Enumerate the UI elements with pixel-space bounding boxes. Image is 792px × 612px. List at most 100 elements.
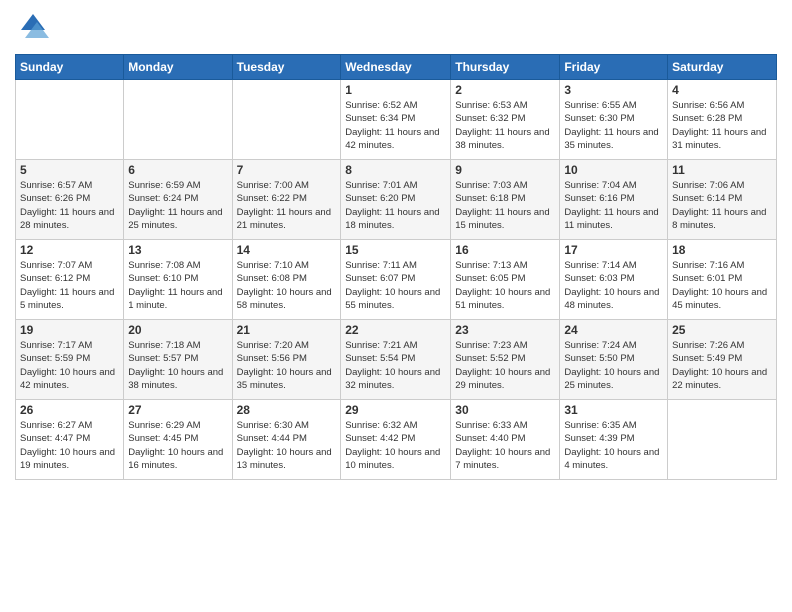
day-info: Sunrise: 6:56 AM Sunset: 6:28 PM Dayligh… <box>672 99 772 152</box>
calendar-page: Sunday Monday Tuesday Wednesday Thursday… <box>0 0 792 612</box>
calendar-cell: 30Sunrise: 6:33 AM Sunset: 4:40 PM Dayli… <box>451 400 560 480</box>
day-number: 6 <box>128 163 227 177</box>
calendar-cell: 29 Sunrise: 6:32 AM Sunset: 4:42 PM Dayli… <box>341 400 451 480</box>
day-info: Sunrise: 7:26 AM Sunset: 5:49 PM Dayligh… <box>672 339 772 392</box>
day-info: Sunrise: 6:57 AM Sunset: 6:26 PM Dayligh… <box>20 179 119 232</box>
day-number: 7 <box>237 163 337 177</box>
day-number: 12 <box>20 243 119 257</box>
day-number: 29 <box>345 403 446 417</box>
calendar-cell: 5 Sunrise: 6:57 AM Sunset: 6:26 PM Daylig… <box>16 160 124 240</box>
day-info: Sunrise: 6:53 AM Sunset: 6:32 PM Dayligh… <box>455 99 555 152</box>
day-info: Sunrise: 7:00 AM Sunset: 6:22 PM Dayligh… <box>237 179 337 232</box>
col-wednesday: Wednesday <box>341 55 451 80</box>
day-info: Sunrise: 7:13 AM Sunset: 6:05 PM Dayligh… <box>455 259 555 312</box>
day-info: Sunrise: 6:52 AM Sunset: 6:34 PM Dayligh… <box>345 99 446 152</box>
calendar-cell <box>124 80 232 160</box>
day-number: 17 <box>564 243 663 257</box>
calendar-cell: 14 Sunrise: 7:10 AM Sunset: 6:08 PM Dayli… <box>232 240 341 320</box>
day-info: Sunrise: 7:01 AM Sunset: 6:20 PM Dayligh… <box>345 179 446 232</box>
day-number: 24 <box>564 323 663 337</box>
calendar-cell: 13Sunrise: 7:08 AM Sunset: 6:10 PM Dayli… <box>124 240 232 320</box>
day-number: 2 <box>455 83 555 97</box>
day-info: Sunrise: 6:29 AM Sunset: 4:45 PM Dayligh… <box>128 419 227 472</box>
calendar-cell: 3Sunrise: 6:55 AM Sunset: 6:30 PM Daylig… <box>560 80 668 160</box>
calendar-cell: 27 Sunrise: 6:29 AM Sunset: 4:45 PM Dayli… <box>124 400 232 480</box>
day-number: 11 <box>672 163 772 177</box>
day-info: Sunrise: 7:03 AM Sunset: 6:18 PM Dayligh… <box>455 179 555 232</box>
calendar-cell: 24 Sunrise: 7:24 AM Sunset: 5:50 PM Dayli… <box>560 320 668 400</box>
day-info: Sunrise: 6:35 AM Sunset: 4:39 PM Dayligh… <box>564 419 663 472</box>
calendar-cell: 15 Sunrise: 7:11 AM Sunset: 6:07 PM Dayli… <box>341 240 451 320</box>
day-number: 16 <box>455 243 555 257</box>
calendar-cell: 23 Sunrise: 7:23 AM Sunset: 5:52 PM Dayli… <box>451 320 560 400</box>
week-row: 26Sunrise: 6:27 AM Sunset: 4:47 PM Dayli… <box>16 400 777 480</box>
day-number: 20 <box>128 323 227 337</box>
week-row: 19Sunrise: 7:17 AM Sunset: 5:59 PM Dayli… <box>16 320 777 400</box>
calendar-cell <box>16 80 124 160</box>
calendar-cell: 31 Sunrise: 6:35 AM Sunset: 4:39 PM Dayli… <box>560 400 668 480</box>
calendar-cell: 8 Sunrise: 7:01 AM Sunset: 6:20 PM Daylig… <box>341 160 451 240</box>
day-number: 21 <box>237 323 337 337</box>
week-row: 1Sunrise: 6:52 AM Sunset: 6:34 PM Daylig… <box>16 80 777 160</box>
calendar-cell: 18 Sunrise: 7:16 AM Sunset: 6:01 PM Dayli… <box>668 240 777 320</box>
calendar-cell: 2 Sunrise: 6:53 AM Sunset: 6:32 PM Daylig… <box>451 80 560 160</box>
calendar-cell: 16 Sunrise: 7:13 AM Sunset: 6:05 PM Dayli… <box>451 240 560 320</box>
calendar-cell <box>668 400 777 480</box>
calendar-cell: 1Sunrise: 6:52 AM Sunset: 6:34 PM Daylig… <box>341 80 451 160</box>
day-number: 15 <box>345 243 446 257</box>
day-info: Sunrise: 6:30 AM Sunset: 4:44 PM Dayligh… <box>237 419 337 472</box>
header <box>15 10 777 46</box>
day-info: Sunrise: 7:23 AM Sunset: 5:52 PM Dayligh… <box>455 339 555 392</box>
day-number: 18 <box>672 243 772 257</box>
day-number: 27 <box>128 403 227 417</box>
col-saturday: Saturday <box>668 55 777 80</box>
day-number: 3 <box>564 83 663 97</box>
day-info: Sunrise: 7:16 AM Sunset: 6:01 PM Dayligh… <box>672 259 772 312</box>
day-number: 10 <box>564 163 663 177</box>
calendar-cell: 28 Sunrise: 6:30 AM Sunset: 4:44 PM Dayli… <box>232 400 341 480</box>
day-number: 9 <box>455 163 555 177</box>
day-info: Sunrise: 7:11 AM Sunset: 6:07 PM Dayligh… <box>345 259 446 312</box>
day-info: Sunrise: 7:10 AM Sunset: 6:08 PM Dayligh… <box>237 259 337 312</box>
col-thursday: Thursday <box>451 55 560 80</box>
week-row: 5 Sunrise: 6:57 AM Sunset: 6:26 PM Daylig… <box>16 160 777 240</box>
calendar-cell: 25Sunrise: 7:26 AM Sunset: 5:49 PM Dayli… <box>668 320 777 400</box>
calendar-cell: 12 Sunrise: 7:07 AM Sunset: 6:12 PM Dayli… <box>16 240 124 320</box>
calendar-cell: 17 Sunrise: 7:14 AM Sunset: 6:03 PM Dayli… <box>560 240 668 320</box>
day-info: Sunrise: 7:18 AM Sunset: 5:57 PM Dayligh… <box>128 339 227 392</box>
day-info: Sunrise: 7:07 AM Sunset: 6:12 PM Dayligh… <box>20 259 119 312</box>
day-number: 14 <box>237 243 337 257</box>
calendar-cell: 20 Sunrise: 7:18 AM Sunset: 5:57 PM Dayli… <box>124 320 232 400</box>
day-number: 31 <box>564 403 663 417</box>
day-info: Sunrise: 6:27 AM Sunset: 4:47 PM Dayligh… <box>20 419 119 472</box>
day-info: Sunrise: 7:04 AM Sunset: 6:16 PM Dayligh… <box>564 179 663 232</box>
calendar-cell: 4 Sunrise: 6:56 AM Sunset: 6:28 PM Daylig… <box>668 80 777 160</box>
calendar-cell <box>232 80 341 160</box>
day-number: 23 <box>455 323 555 337</box>
day-info: Sunrise: 6:32 AM Sunset: 4:42 PM Dayligh… <box>345 419 446 472</box>
calendar-cell: 19Sunrise: 7:17 AM Sunset: 5:59 PM Dayli… <box>16 320 124 400</box>
calendar-cell: 26Sunrise: 6:27 AM Sunset: 4:47 PM Dayli… <box>16 400 124 480</box>
col-monday: Monday <box>124 55 232 80</box>
col-friday: Friday <box>560 55 668 80</box>
calendar-cell: 9 Sunrise: 7:03 AM Sunset: 6:18 PM Daylig… <box>451 160 560 240</box>
calendar-cell: 11 Sunrise: 7:06 AM Sunset: 6:14 PM Dayli… <box>668 160 777 240</box>
logo-icon <box>15 10 51 46</box>
calendar-cell: 21Sunrise: 7:20 AM Sunset: 5:56 PM Dayli… <box>232 320 341 400</box>
calendar-cell: 6 Sunrise: 6:59 AM Sunset: 6:24 PM Daylig… <box>124 160 232 240</box>
calendar-table: Sunday Monday Tuesday Wednesday Thursday… <box>15 54 777 480</box>
day-info: Sunrise: 7:17 AM Sunset: 5:59 PM Dayligh… <box>20 339 119 392</box>
day-info: Sunrise: 7:08 AM Sunset: 6:10 PM Dayligh… <box>128 259 227 312</box>
day-number: 8 <box>345 163 446 177</box>
calendar-cell: 10 Sunrise: 7:04 AM Sunset: 6:16 PM Dayli… <box>560 160 668 240</box>
day-info: Sunrise: 6:59 AM Sunset: 6:24 PM Dayligh… <box>128 179 227 232</box>
day-number: 4 <box>672 83 772 97</box>
day-number: 5 <box>20 163 119 177</box>
calendar-cell: 22Sunrise: 7:21 AM Sunset: 5:54 PM Dayli… <box>341 320 451 400</box>
day-info: Sunrise: 7:24 AM Sunset: 5:50 PM Dayligh… <box>564 339 663 392</box>
day-info: Sunrise: 7:14 AM Sunset: 6:03 PM Dayligh… <box>564 259 663 312</box>
day-info: Sunrise: 7:06 AM Sunset: 6:14 PM Dayligh… <box>672 179 772 232</box>
day-info: Sunrise: 6:33 AM Sunset: 4:40 PM Dayligh… <box>455 419 555 472</box>
day-number: 28 <box>237 403 337 417</box>
day-info: Sunrise: 7:21 AM Sunset: 5:54 PM Dayligh… <box>345 339 446 392</box>
